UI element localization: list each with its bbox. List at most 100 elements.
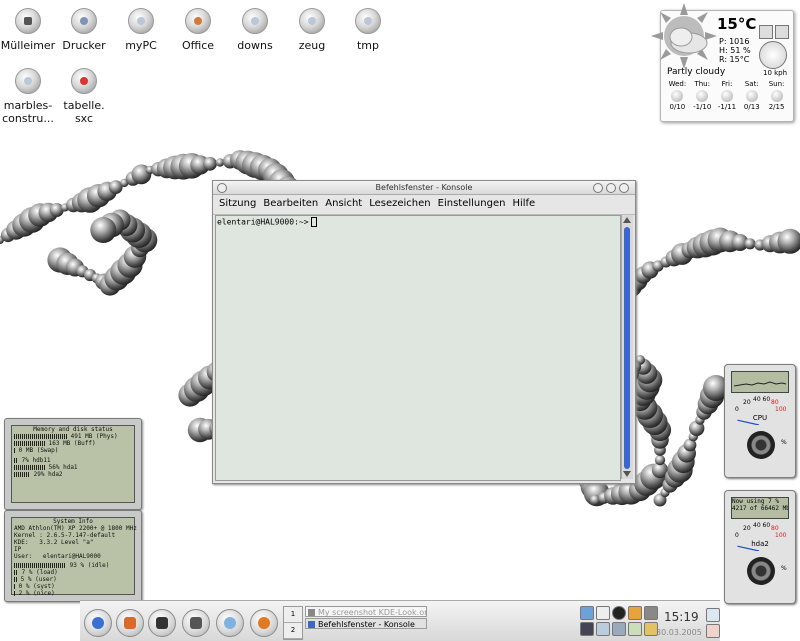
monitor-row: 7 % (load) bbox=[12, 569, 134, 576]
desktop-icon-trash[interactable]: Mülleimer bbox=[0, 8, 60, 52]
menu-einstellungen[interactable]: Einstellungen bbox=[436, 197, 508, 214]
row-label: MB (Swap) bbox=[26, 447, 59, 454]
widget-title: Memory and disk status bbox=[12, 426, 134, 433]
tray-clipboard-icon[interactable] bbox=[596, 606, 610, 620]
konsole-window[interactable]: Befehlsfenster - Konsole Sitzung Bearbei… bbox=[212, 180, 636, 484]
scroll-down-arrow-icon[interactable] bbox=[623, 471, 631, 477]
row-label: MB (Phys) bbox=[85, 433, 118, 440]
lcd-screen: Memory and disk status 491 MB (Phys) 163… bbox=[11, 425, 135, 503]
row-label: % (user) bbox=[28, 576, 57, 583]
cpu-gauge-widget[interactable]: 0 20 40 60 80 100 CPU % bbox=[724, 364, 796, 478]
pager-desktop-1[interactable]: 1 bbox=[284, 607, 302, 623]
lock-screen-button[interactable] bbox=[706, 608, 720, 622]
menu-bearbeiten[interactable]: Bearbeiten bbox=[261, 197, 320, 214]
desktop-icon-printer[interactable]: Drucker bbox=[52, 8, 116, 52]
memory-disk-widget[interactable]: Memory and disk status 491 MB (Phys) 163… bbox=[4, 418, 142, 510]
level-bar bbox=[14, 570, 18, 575]
weather-wind: 10 kph bbox=[763, 69, 787, 77]
level-bar bbox=[14, 458, 18, 463]
monitor-row: 163 MB (Buff) bbox=[12, 440, 134, 447]
desktop-icon-label: marbles- constru... bbox=[0, 99, 60, 125]
close-button[interactable] bbox=[619, 183, 629, 193]
weather-button-icon[interactable] bbox=[759, 25, 773, 39]
monitor-row: 491 MB (Phys) bbox=[12, 433, 134, 440]
gauge-knob-icon bbox=[747, 557, 775, 585]
tray-app-icon[interactable] bbox=[580, 606, 594, 620]
kmenu-button[interactable] bbox=[84, 609, 112, 637]
minimize-button[interactable] bbox=[593, 183, 603, 193]
weather-condition: Partly cloudy bbox=[667, 67, 725, 77]
tray-volume-icon[interactable] bbox=[596, 622, 610, 636]
gauge-percent-sign: % bbox=[781, 439, 787, 446]
cloud-icon bbox=[771, 90, 783, 102]
level-bar bbox=[14, 472, 30, 477]
level-bar bbox=[14, 465, 45, 470]
desktop-icon-tmp[interactable]: tmp bbox=[336, 8, 400, 52]
task-button-screenshot[interactable]: My screenshot KDE-Look.org bbox=[305, 606, 427, 617]
row-value: 491 bbox=[71, 433, 82, 440]
camera-launcher-button[interactable] bbox=[182, 609, 210, 637]
folder-icon bbox=[242, 8, 268, 34]
browser-launcher-button[interactable] bbox=[216, 609, 244, 637]
clock[interactable]: 15:19 bbox=[664, 610, 699, 624]
tray-network-icon[interactable] bbox=[612, 622, 626, 636]
forecast-temps: 0/13 bbox=[744, 103, 760, 111]
system-info-widget[interactable]: System Info AMD Athlon(TM) XP 2200+ @ 18… bbox=[4, 510, 142, 602]
row-label: MB (Buff) bbox=[63, 440, 96, 447]
disk-gauge-widget[interactable]: Now using 7 % 4217 of 66462 Mb 0 20 40 6… bbox=[724, 490, 796, 604]
window-titlebar[interactable]: Befehlsfenster - Konsole bbox=[213, 181, 635, 195]
menu-hilfe[interactable]: Hilfe bbox=[510, 197, 537, 214]
forecast-day: Sun:2/15 bbox=[764, 80, 789, 112]
desktop-icon-tabelle[interactable]: tabelle. sxc bbox=[52, 68, 116, 125]
gauge-scale-80: 80 bbox=[771, 399, 779, 406]
menu-ansicht[interactable]: Ansicht bbox=[323, 197, 364, 214]
row-value: 0 bbox=[19, 447, 23, 454]
menu-lesezeichen[interactable]: Lesezeichen bbox=[367, 197, 432, 214]
monitor-row: 5 % (user) bbox=[12, 576, 134, 583]
system-tray bbox=[580, 606, 660, 638]
gauge-scale-0: 0 bbox=[735, 532, 739, 539]
gauge-percent-sign: % bbox=[781, 565, 787, 572]
wind-compass-icon bbox=[759, 41, 787, 69]
menu-sitzung[interactable]: Sitzung bbox=[217, 197, 258, 214]
desktop-icon-mypc[interactable]: myPC bbox=[109, 8, 173, 52]
tray-klipper-icon[interactable] bbox=[628, 622, 642, 636]
browser-task-icon bbox=[308, 609, 315, 616]
level-bar bbox=[14, 441, 45, 446]
weather-map-icon[interactable] bbox=[775, 25, 789, 39]
scrollbar-thumb[interactable] bbox=[624, 227, 630, 469]
terminal-launcher-button[interactable] bbox=[148, 609, 176, 637]
tray-monitor-icon[interactable] bbox=[580, 622, 594, 636]
row-value: 7 bbox=[22, 569, 26, 576]
monitor-row: 56% hda1 bbox=[12, 464, 134, 471]
weather-widget[interactable]: 15°C P: 1016 H: 51 % R: 15°C Partly clou… bbox=[660, 10, 794, 122]
tray-korganizer-icon[interactable] bbox=[628, 606, 642, 620]
window-menu-icon[interactable] bbox=[217, 183, 227, 193]
tray-camera-icon[interactable] bbox=[644, 606, 658, 620]
firefox-launcher-button[interactable] bbox=[250, 609, 278, 637]
desktop-icon-office[interactable]: Office bbox=[166, 8, 230, 52]
tray-bomb-icon[interactable] bbox=[612, 606, 626, 620]
kde-logo-icon bbox=[92, 617, 104, 629]
row-label: % (idle) bbox=[80, 562, 109, 569]
logout-button[interactable] bbox=[706, 624, 720, 638]
monitor-row: 0 MB (Swap) bbox=[12, 447, 134, 454]
prompt-text: elentari@HAL9000:~> bbox=[217, 218, 309, 227]
monitor-row: 0 % (syst) bbox=[12, 583, 134, 590]
desktop-icon-marbles[interactable]: marbles- constru... bbox=[0, 68, 60, 125]
home-button[interactable] bbox=[116, 609, 144, 637]
marble-bead bbox=[744, 238, 755, 249]
desktop-pager[interactable]: 1 2 bbox=[283, 606, 303, 640]
home-icon bbox=[124, 617, 136, 629]
vertical-scrollbar[interactable] bbox=[621, 215, 633, 479]
scroll-up-arrow-icon[interactable] bbox=[623, 217, 631, 223]
desktop-icon-downs[interactable]: downs bbox=[223, 8, 287, 52]
task-button-konsole[interactable]: Befehlsfenster - Konsole bbox=[305, 618, 427, 629]
terminal-prompt: elentari@HAL9000:~> bbox=[217, 217, 317, 227]
folder-icon bbox=[299, 8, 325, 34]
maximize-button[interactable] bbox=[606, 183, 616, 193]
terminal-area[interactable]: elentari@HAL9000:~> bbox=[215, 215, 621, 481]
forecast-day-label: Wed: bbox=[669, 80, 687, 88]
pager-desktop-2[interactable]: 2 bbox=[284, 623, 302, 639]
desktop-icon-zeug[interactable]: zeug bbox=[280, 8, 344, 52]
